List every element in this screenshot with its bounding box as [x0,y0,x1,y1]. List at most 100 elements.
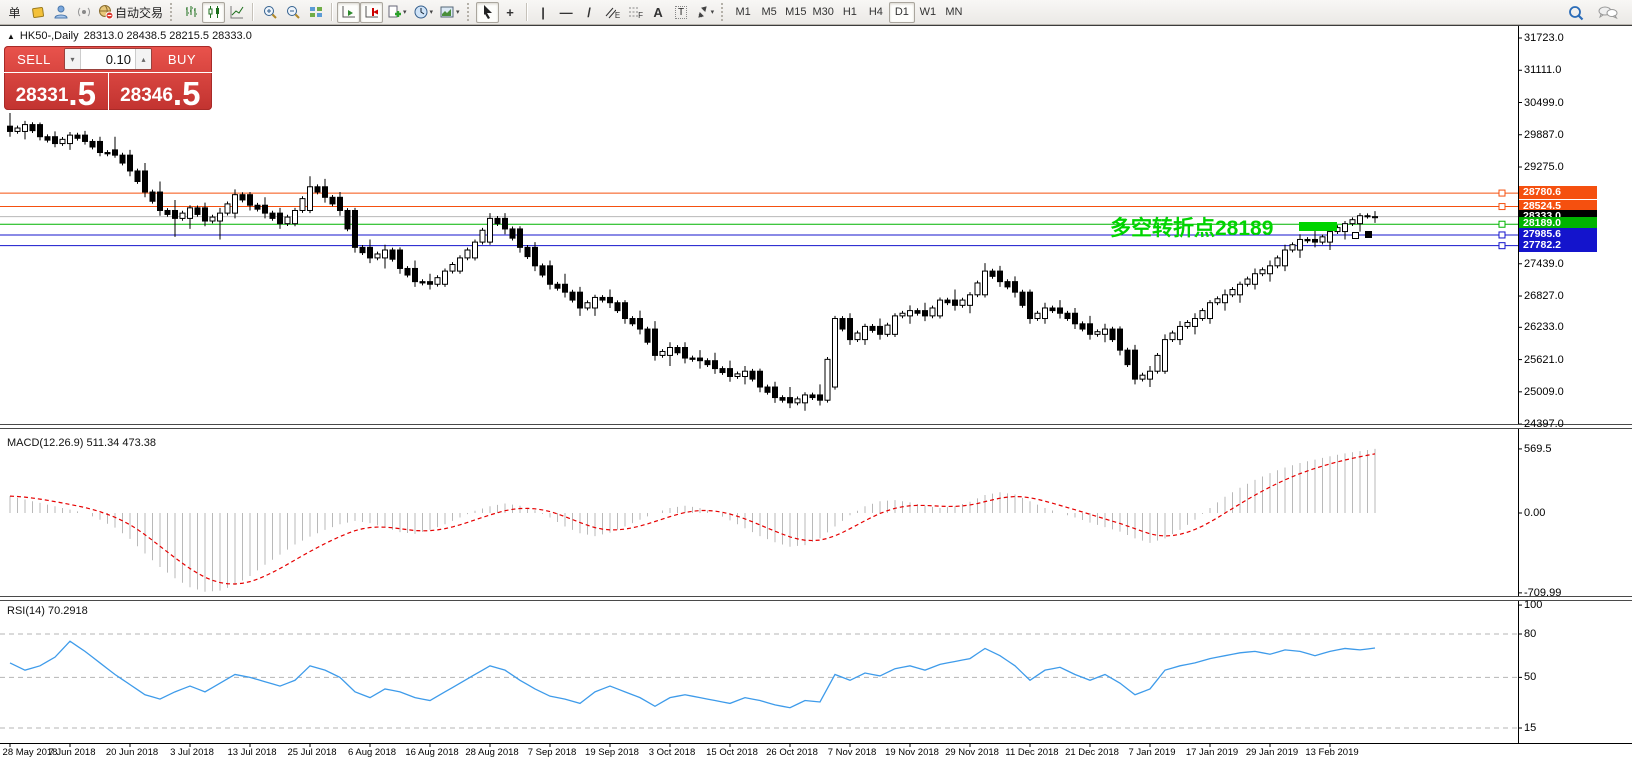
bar-chart-icon [183,4,199,20]
time-axis-border [0,743,1632,744]
macd-signal-line [9,453,1376,585]
horizontal-price-lines[interactable] [0,189,1518,250]
auto-scroll-button[interactable] [337,1,361,23]
price-axis-tick-label: 24397.0 [1524,418,1564,431]
auto-trading-button[interactable]: 自动交易 [95,2,166,23]
candlestick-mode-button[interactable] [202,1,226,23]
trendline-tool-button[interactable]: / [578,2,601,23]
collapse-panel-icon[interactable]: ▲ [7,32,15,41]
new-chart-icon [386,4,402,20]
zoom-in-icon [262,4,278,20]
chevron-down-icon: ▾ [456,9,460,16]
pivot-annotation-text[interactable]: 多空转折点28189 [1110,212,1273,242]
sell-button[interactable]: SELL [4,46,64,72]
clock-icon [413,4,429,20]
object-handle-solid[interactable] [1365,231,1372,238]
bar-chart-mode-button[interactable] [179,2,202,23]
vertical-line-tool-button[interactable]: | [532,2,555,23]
candlestick-series [7,112,1378,411]
text-label-icon: T [675,5,688,19]
horizontal-line-tool-button[interactable]: — [555,2,578,23]
rsi-line [9,640,1376,709]
book-icon [30,4,46,20]
signals-button[interactable] [72,2,95,23]
buy-price-frac: .5 [172,75,201,110]
time-axis-label: 7 Nov 2018 [827,747,877,758]
cursor-tool-button[interactable] [475,1,499,23]
timeframe-h1-button[interactable]: H1 [837,2,863,23]
new-order-label: 单 [8,5,21,20]
community-button[interactable] [49,2,72,23]
trendline-icon: / [587,4,591,20]
arrows-tool-button[interactable]: ▾ [693,2,718,23]
time-axis-label: 19 Nov 2018 [885,747,939,758]
chevron-down-icon: ▾ [403,9,407,16]
text-tool-icon: A [653,4,663,20]
price-axis-label-badge[interactable]: 27782.2 [1519,238,1597,252]
market-watch-button[interactable] [26,2,49,23]
chevron-down-icon: ▾ [710,9,715,16]
chat-button[interactable] [1594,2,1622,23]
buy-button[interactable]: BUY [152,46,212,72]
line-handle[interactable] [1498,231,1506,239]
timeframe-h4-button[interactable]: H4 [863,2,889,23]
crosshair-icon: + [506,4,514,20]
line-chart-mode-button[interactable] [225,2,248,23]
text-tool-button[interactable]: A [647,2,670,23]
top-toolbar: 单 自动交易 ▾ ▾ ▾ + | — / E F A T ▾ M1 M5 M15… [0,0,1632,25]
tile-windows-icon [308,4,324,20]
timeframe-m5-button[interactable]: M5 [756,2,782,23]
crosshair-tool-button[interactable]: + [499,2,522,23]
sell-price[interactable]: 28331 .5 [4,73,108,110]
volume-decrease-button[interactable]: ▾ [65,49,81,69]
sell-price-frac: .5 [68,75,96,110]
price-axis-tick-label: 29275.0 [1524,161,1564,173]
time-axis-label: 26 Oct 2018 [766,747,818,758]
macd-axis-label: 0.00 [1524,507,1546,519]
price-axis-tick-label: 25009.0 [1524,385,1564,398]
time-axis-label: 15 Oct 2018 [706,747,758,758]
volume-input[interactable] [81,49,135,69]
line-handle[interactable] [1498,203,1506,211]
line-handle[interactable] [1498,242,1506,250]
candlestick-icon [206,4,222,20]
text-label-tool-button[interactable]: T [670,2,693,23]
timeframe-m15-button[interactable]: M15 [782,2,809,23]
buy-price-main: 28346 [120,85,173,106]
timeframe-mn-button[interactable]: MN [941,2,967,23]
timeframe-d1-button[interactable]: D1 [888,1,915,23]
zoom-in-button[interactable] [258,2,281,23]
tile-windows-button[interactable] [304,2,327,23]
new-chart-button[interactable]: ▾ [383,2,410,23]
timeframe-menu-button[interactable]: ▾ [410,2,437,23]
chart-title: ▲ HK50-,Daily 28313.0 28438.5 28215.5 28… [7,30,252,42]
line-handle[interactable] [1498,189,1506,197]
time-axis-label: 16 Aug 2018 [405,747,459,758]
timeframe-w1-button[interactable]: W1 [915,2,941,23]
timeframe-m1-button[interactable]: M1 [730,2,756,23]
macd-indicator-label: MACD(12.26.9) 511.34 473.38 [7,437,156,449]
time-axis-label: 7 Jan 2019 [1128,747,1176,758]
template-button[interactable]: ▾ [436,2,463,23]
auto-trading-icon [98,4,114,20]
search-button[interactable] [1564,2,1588,23]
symbol-period-label: HK50-,Daily [19,30,79,42]
line-handle[interactable] [1498,220,1506,228]
channel-tool-button[interactable]: E [601,2,624,23]
cursor-icon [479,4,495,20]
fibonacci-tool-button[interactable]: F [624,2,647,23]
timeframe-m30-button[interactable]: M30 [809,2,836,23]
price-axis-label-badge[interactable]: 28780.6 [1519,186,1597,200]
pane-splitter-rsi[interactable] [0,596,1632,601]
price-axis-tick-label: 30499.0 [1524,96,1564,109]
pane-splitter-macd[interactable] [0,424,1632,429]
new-order-button[interactable]: 单 [3,2,26,23]
volume-increase-button[interactable]: ▴ [135,49,151,69]
green-highlight-rectangle[interactable] [1299,222,1337,231]
chart-shift-button[interactable] [360,1,384,23]
time-axis-label: 7 Sep 2018 [527,747,577,758]
buy-price[interactable]: 28346 .5 [107,73,213,110]
zoom-out-button[interactable] [281,2,304,23]
object-handle-open[interactable] [1352,232,1359,239]
toolbar-grip [721,3,726,21]
